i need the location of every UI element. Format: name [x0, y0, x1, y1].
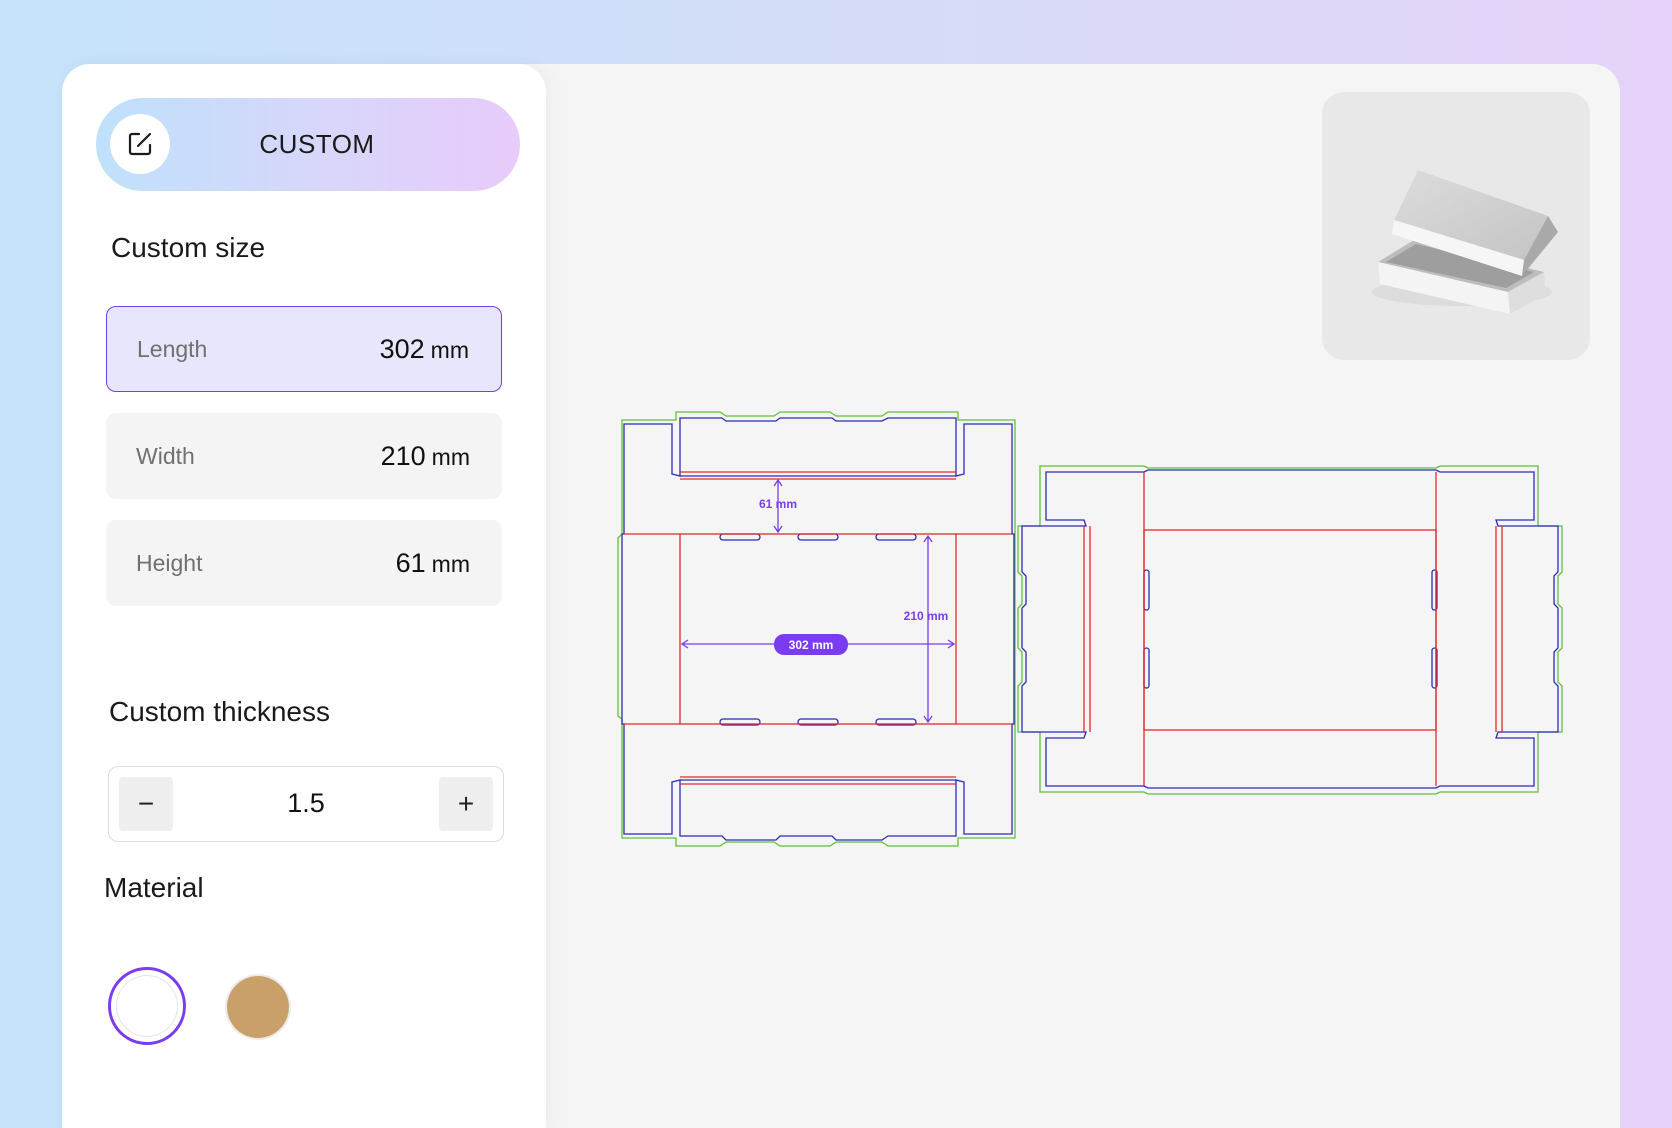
left-dimension-lines	[680, 478, 956, 724]
length-dimension-label: 302 mm	[789, 638, 834, 652]
side-slot-left-2	[1143, 647, 1150, 689]
height-dimension-label: 61 mm	[759, 497, 797, 511]
dieline-drawing: 61 mm 210 mm 302 mm	[617, 411, 1563, 847]
slot-top-1	[719, 533, 761, 541]
right-lid-panel	[1143, 529, 1437, 731]
right-fold-verticals	[1083, 472, 1503, 786]
slot-top-3	[875, 533, 917, 541]
left-base-panel	[679, 533, 957, 725]
right-bleed-outline	[1017, 465, 1563, 795]
right-fold-lines	[1083, 472, 1503, 786]
side-slot-left-1	[1143, 569, 1150, 611]
width-dimension-line	[923, 534, 933, 724]
right-outer-cut	[1021, 469, 1559, 789]
right-cut-lines	[1021, 469, 1559, 789]
left-fold-lines	[624, 471, 1012, 785]
slot-top-2	[797, 533, 839, 541]
width-dimension-label: 210 mm	[904, 609, 949, 623]
left-fold-sides	[624, 533, 1012, 725]
